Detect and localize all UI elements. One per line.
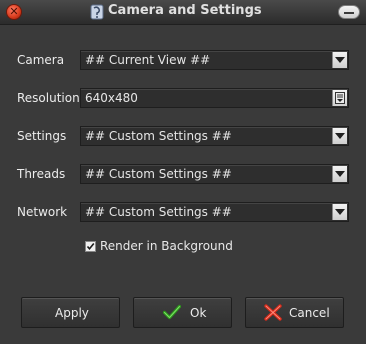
resolution-label: Resolution [17, 91, 80, 105]
apply-label: Apply [55, 306, 89, 320]
threads-label: Threads [17, 167, 66, 181]
close-button[interactable]: ✕ [6, 4, 22, 20]
minimize-button[interactable] [338, 5, 360, 19]
threads-combo[interactable]: ## Custom Settings ## [80, 164, 349, 184]
network-label: Network [17, 205, 68, 219]
threads-value: ## Custom Settings ## [85, 167, 232, 181]
ok-label: Ok [190, 306, 207, 320]
dialog-window: ✕ Camera and Settings Camera ## Current … [0, 0, 366, 344]
resolution-value: 640x480 [85, 91, 138, 105]
settings-value: ## Custom Settings ## [85, 129, 232, 143]
camera-value: ## Current View ## [85, 53, 211, 67]
minimize-icon [344, 12, 354, 14]
chevron-down-icon[interactable] [332, 166, 347, 182]
check-icon [162, 304, 182, 323]
chevron-down-icon[interactable] [332, 128, 347, 144]
render-background-label: Render in Background [100, 239, 233, 253]
settings-label: Settings [17, 129, 67, 143]
chevron-down-icon[interactable] [332, 52, 347, 68]
checkmark-icon [86, 242, 95, 251]
chevron-down-icon[interactable] [332, 204, 347, 220]
camera-combo[interactable]: ## Current View ## [80, 50, 349, 70]
ok-button[interactable]: Ok [133, 297, 232, 328]
apply-button[interactable]: Apply [21, 297, 120, 328]
cancel-button[interactable]: Cancel [245, 297, 344, 328]
titlebar: ✕ Camera and Settings [0, 0, 366, 25]
cancel-label: Cancel [289, 306, 330, 320]
settings-combo[interactable]: ## Custom Settings ## [80, 126, 349, 146]
x-icon [264, 304, 282, 324]
window-title: Camera and Settings [108, 3, 262, 18]
network-combo[interactable]: ## Custom Settings ## [80, 202, 349, 222]
resolution-field[interactable]: 640x480 [80, 88, 349, 108]
list-dropdown-icon[interactable] [332, 90, 347, 106]
network-value: ## Custom Settings ## [85, 205, 232, 219]
camera-label: Camera [17, 53, 65, 67]
render-background-checkbox[interactable] [85, 241, 96, 252]
app-icon [90, 4, 104, 20]
close-icon: ✕ [9, 5, 19, 18]
